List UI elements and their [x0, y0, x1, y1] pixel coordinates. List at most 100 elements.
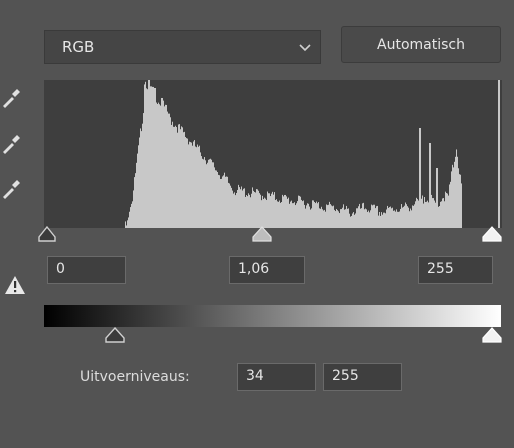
histogram-bar: [309, 206, 310, 228]
histogram-bar: [296, 203, 297, 228]
histogram-bar: [203, 159, 204, 228]
histogram-bar: [328, 204, 329, 228]
histogram-bar: [451, 171, 452, 228]
histogram-bar: [318, 202, 319, 228]
histogram-bar: [423, 203, 424, 228]
histogram-bar: [225, 176, 226, 228]
histogram-bar: [332, 206, 333, 228]
histogram-bar: [288, 197, 289, 228]
histogram-spike: [429, 143, 431, 228]
histogram-bar: [424, 197, 425, 228]
histogram-bar: [253, 190, 254, 228]
histogram-bar: [251, 193, 252, 228]
eyedropper-white-point-icon[interactable]: [0, 177, 22, 201]
histogram-bar: [335, 211, 336, 228]
histogram-bar: [134, 177, 135, 228]
histogram-bar: [246, 195, 247, 228]
histogram-bar: [186, 138, 187, 228]
auto-button[interactable]: Automatisch: [341, 26, 501, 63]
histogram-bar: [142, 123, 143, 228]
histogram-bar: [245, 196, 246, 228]
histogram-bar: [339, 213, 340, 228]
histogram-bar: [252, 187, 253, 228]
histogram-bar: [372, 205, 373, 228]
histogram-bar: [140, 128, 141, 228]
histogram-bar: [298, 195, 299, 228]
input-highlights-field[interactable]: 255: [418, 256, 493, 284]
histogram-bar: [314, 201, 315, 228]
histogram-bar: [412, 205, 413, 228]
histogram-bar: [199, 145, 200, 228]
warning-icon: [5, 276, 25, 294]
histogram-bar: [341, 209, 342, 228]
output-highlights-slider-handle[interactable]: [481, 326, 503, 344]
histogram-bar: [459, 174, 460, 228]
histogram-bar: [353, 212, 354, 228]
histogram-spike: [148, 80, 150, 228]
histogram-bar: [374, 204, 375, 228]
output-shadows-field[interactable]: 34: [237, 363, 316, 391]
histogram-bar: [312, 200, 313, 228]
histogram-spike: [436, 168, 438, 228]
histogram-bar: [272, 191, 273, 228]
histogram-bar: [373, 204, 374, 228]
histogram-bar: [457, 156, 458, 228]
histogram-bar: [196, 147, 197, 228]
histogram-bar: [343, 204, 344, 228]
histogram-bar: [350, 216, 351, 228]
histogram-bar: [237, 189, 238, 228]
histogram-bar: [394, 210, 395, 228]
histogram-bar: [386, 209, 387, 228]
histogram-bar: [347, 208, 348, 228]
histogram-bar: [208, 159, 209, 228]
histogram-spike: [419, 128, 421, 228]
histogram-spike: [216, 180, 218, 228]
histogram-bar: [191, 142, 192, 228]
histogram-bar: [141, 131, 142, 228]
input-shadows-field[interactable]: 0: [47, 256, 126, 284]
histogram-bar: [178, 124, 179, 228]
histogram-bar: [164, 106, 165, 228]
output-shadows-slider-handle[interactable]: [104, 326, 126, 344]
histogram-bar: [282, 194, 283, 228]
histogram-bar: [279, 200, 280, 228]
input-midtones-field[interactable]: 1,06: [229, 256, 305, 284]
histogram-bar: [357, 208, 358, 228]
histogram-bar: [147, 89, 148, 228]
histogram-bar: [415, 201, 416, 228]
histogram-bar: [384, 212, 385, 228]
histogram-bar: [239, 187, 240, 228]
histogram-bar: [291, 200, 292, 228]
output-highlights-field[interactable]: 255: [323, 363, 402, 391]
histogram-bar: [201, 156, 202, 228]
histogram-bar: [340, 209, 341, 228]
histogram-bar: [151, 86, 152, 228]
input-highlights-slider-handle[interactable]: [481, 225, 503, 243]
histogram-bar: [308, 203, 309, 228]
histogram-bar: [418, 200, 419, 228]
histogram-bar: [264, 197, 265, 228]
input-shadows-slider-handle[interactable]: [37, 225, 57, 243]
eyedropper-gray-point-icon[interactable]: [0, 132, 22, 156]
histogram-bar: [284, 194, 285, 228]
histogram-bar: [231, 187, 232, 228]
histogram-bar: [345, 209, 346, 228]
histogram-bar: [402, 207, 403, 228]
histogram-bar: [322, 209, 323, 228]
histogram-bar: [311, 208, 312, 228]
histogram-bar: [266, 200, 267, 228]
histogram-bar: [167, 111, 168, 228]
eyedropper-black-point-icon[interactable]: [0, 86, 22, 110]
histogram-bar: [232, 190, 233, 228]
histogram-bar: [254, 191, 255, 228]
histogram-bar: [135, 173, 136, 228]
output-gradient-bar: [44, 305, 501, 327]
histogram-bar: [233, 193, 234, 228]
histogram-bar: [363, 202, 364, 228]
histogram-bar: [428, 202, 429, 228]
input-midtones-slider-handle[interactable]: [251, 225, 273, 243]
channel-select[interactable]: RGB: [44, 30, 321, 64]
histogram-bar: [441, 201, 442, 228]
histogram-bar: [435, 202, 436, 228]
histogram-bar: [387, 205, 388, 228]
